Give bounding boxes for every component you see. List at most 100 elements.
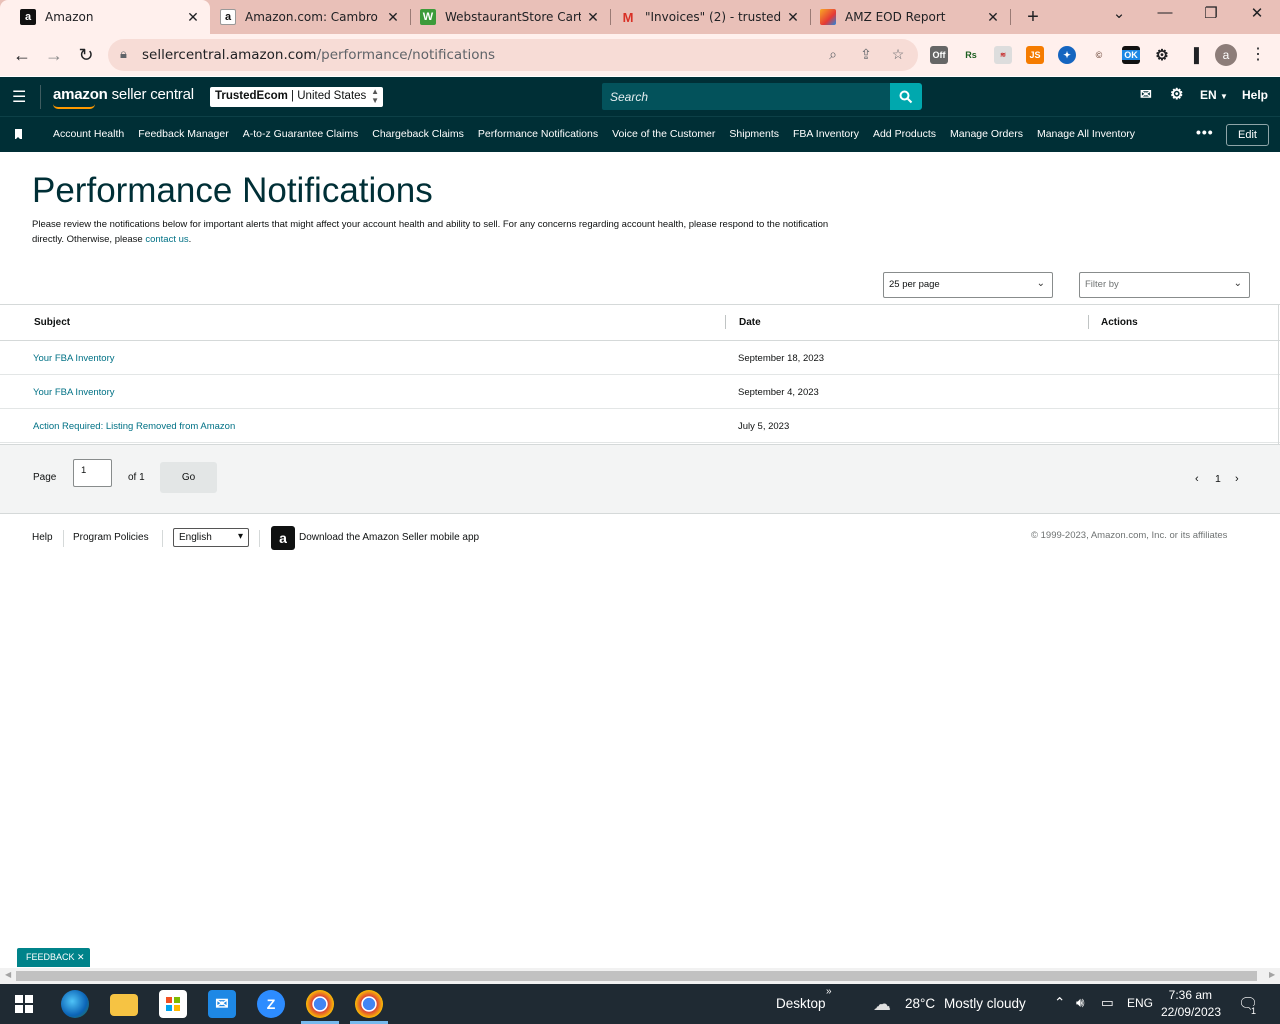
store-selector[interactable]: TrustedEcom | United States ▲ ▼ xyxy=(210,87,383,107)
extension-coin-icon[interactable]: © xyxy=(1090,46,1108,64)
contact-us-link[interactable]: contact us xyxy=(145,234,188,245)
scroll-left-icon[interactable]: ◀ xyxy=(5,970,11,979)
footer-help-link[interactable]: Help xyxy=(32,532,53,543)
weather-temp[interactable]: 28°C xyxy=(905,996,935,1011)
extension-rs-icon[interactable]: Rs xyxy=(962,46,980,64)
scrollbar-thumb[interactable] xyxy=(16,971,1257,981)
forward-icon[interactable]: → xyxy=(42,43,66,67)
go-button[interactable]: Go xyxy=(160,462,217,493)
profile-avatar[interactable]: a xyxy=(1215,44,1237,66)
reload-icon[interactable]: ↻ xyxy=(74,43,98,67)
browser-tab-webstaurant[interactable]: W WebstaurantStore Cart ✕ xyxy=(400,0,610,34)
puzzle-icon[interactable]: ⚙ xyxy=(1153,46,1171,64)
edge-icon[interactable] xyxy=(61,990,89,1018)
back-icon[interactable]: ← xyxy=(10,43,34,67)
next-page-icon[interactable]: › xyxy=(1235,473,1239,485)
weather-cloud-icon[interactable]: ☁ xyxy=(873,994,891,1015)
notification-subject-link[interactable]: Your FBA Inventory xyxy=(33,387,115,398)
nav-edit-button[interactable]: Edit xyxy=(1226,124,1269,146)
nav-item-a-to-z-claims[interactable]: A-to-z Guarantee Claims xyxy=(243,128,359,140)
tab-search-chevron-icon[interactable]: ⌄ xyxy=(1107,4,1131,22)
weather-desc[interactable]: Mostly cloudy xyxy=(944,996,1026,1011)
seller-central-logo[interactable]: amazon seller central xyxy=(53,86,194,103)
search-button[interactable] xyxy=(890,83,922,110)
bookmark-star-icon[interactable]: ☆ xyxy=(888,46,908,63)
per-page-select[interactable]: 25 per page ⌄ xyxy=(883,272,1053,298)
volume-icon[interactable]: 🔊︎ xyxy=(1076,995,1085,1011)
chrome-profile-icon[interactable] xyxy=(355,990,383,1018)
close-tab-icon[interactable]: ✕ xyxy=(585,9,601,26)
close-window-icon[interactable]: ✕ xyxy=(1245,4,1269,22)
extension-ok-icon[interactable]: OK xyxy=(1122,46,1140,64)
desktop-toolbar-label[interactable]: Desktop xyxy=(776,996,826,1011)
restore-icon[interactable]: ❐ xyxy=(1199,4,1223,22)
browser-tab-amazon[interactable]: a Amazon ✕ xyxy=(0,0,210,34)
file-explorer-icon[interactable] xyxy=(110,994,138,1016)
nav-item-chargeback-claims[interactable]: Chargeback Claims xyxy=(372,128,464,140)
help-link[interactable]: Help xyxy=(1242,88,1268,102)
browser-tab-gmail[interactable]: M "Invoices" (2) - trustedecc ✕ xyxy=(600,0,810,34)
footer-language-select[interactable]: English ▾ xyxy=(173,528,249,547)
nav-item-performance-notifications[interactable]: Performance Notifications xyxy=(478,128,598,140)
nav-item-add-products[interactable]: Add Products xyxy=(873,128,936,140)
close-icon[interactable]: ✕ xyxy=(77,952,85,962)
new-tab-icon[interactable]: + xyxy=(1022,6,1044,29)
nav-item-feedback-manager[interactable]: Feedback Manager xyxy=(138,128,228,140)
clock-date[interactable]: 22/09/2023 xyxy=(1158,1005,1221,1019)
language-selector[interactable]: EN ▼ xyxy=(1200,88,1228,102)
side-panel-icon[interactable]: ▐ xyxy=(1185,46,1203,64)
chrome-icon[interactable] xyxy=(306,990,334,1018)
nav-more-icon[interactable]: ••• xyxy=(1196,124,1214,140)
extension-js-icon[interactable]: JS xyxy=(1026,46,1044,64)
share-icon[interactable]: ⇪ xyxy=(856,46,876,63)
prev-page-icon[interactable]: ‹ xyxy=(1195,473,1199,485)
feedback-button[interactable]: FEEDBACK ✕ xyxy=(17,948,90,967)
notification-subject-link[interactable]: Your FBA Inventory xyxy=(33,353,115,364)
browser-menu-icon[interactable]: ⋮ xyxy=(1250,44,1266,64)
mail-icon[interactable]: ✉ xyxy=(1140,86,1152,103)
close-tab-icon[interactable]: ✕ xyxy=(985,9,1001,26)
nav-item-voice-of-customer[interactable]: Voice of the Customer xyxy=(612,128,715,140)
minimize-icon[interactable]: — xyxy=(1153,4,1177,21)
current-page-number[interactable]: 1 xyxy=(1215,473,1221,485)
mail-app-icon[interactable]: ✉ xyxy=(208,990,236,1018)
browser-tab-cambro[interactable]: a Amazon.com: Cambro Ca ✕ xyxy=(200,0,410,34)
horizontal-scrollbar[interactable]: ◀ ▶ xyxy=(0,968,1280,984)
expand-toolbar-icon[interactable]: » xyxy=(826,986,832,997)
input-language[interactable]: ENG xyxy=(1127,996,1153,1010)
column-header-date[interactable]: Date xyxy=(739,317,761,328)
scroll-right-icon[interactable]: ▶ xyxy=(1269,970,1275,979)
browser-tab-eod[interactable]: AMZ EOD Report ✕ xyxy=(800,0,1010,34)
nav-item-shipments[interactable]: Shipments xyxy=(729,128,779,140)
nav-item-manage-all-inventory[interactable]: Manage All Inventory xyxy=(1037,128,1135,140)
zoom-app-icon[interactable]: Z xyxy=(257,990,285,1018)
download-app-link[interactable]: Download the Amazon Seller mobile app xyxy=(299,532,479,543)
close-tab-icon[interactable]: ✕ xyxy=(785,9,801,26)
page-number-input[interactable]: 1 xyxy=(73,459,112,487)
extension-keepa-icon[interactable]: ≋ xyxy=(994,46,1012,64)
store-icon[interactable] xyxy=(159,990,187,1018)
clock-time[interactable]: 7:36 am xyxy=(1160,988,1212,1002)
tray-chevron-icon[interactable]: ⌃ xyxy=(1054,995,1065,1011)
extension-off-icon[interactable]: Off xyxy=(930,46,948,64)
seller-app-icon[interactable]: a xyxy=(271,526,295,550)
zoom-icon[interactable]: ⌕ xyxy=(823,46,843,63)
filter-select[interactable]: Filter by ⌄ xyxy=(1079,272,1250,298)
nav-item-manage-orders[interactable]: Manage Orders xyxy=(950,128,1023,140)
notification-subject-link[interactable]: Action Required: Listing Removed from Am… xyxy=(33,421,235,432)
nav-item-fba-inventory[interactable]: FBA Inventory xyxy=(793,128,859,140)
network-icon[interactable]: ▭ xyxy=(1101,995,1114,1011)
close-tab-icon[interactable]: ✕ xyxy=(185,9,201,26)
header-search-input[interactable]: Search xyxy=(602,83,892,110)
extension-helium-icon[interactable]: ✦ xyxy=(1058,46,1076,64)
lock-icon[interactable]: 🔒︎ xyxy=(120,46,127,62)
close-tab-icon[interactable]: ✕ xyxy=(385,9,401,26)
bookmark-icon[interactable] xyxy=(15,129,22,140)
address-bar[interactable]: 🔒︎ sellercentral.amazon.com/performance/… xyxy=(108,39,918,71)
windows-start-icon[interactable] xyxy=(10,990,38,1018)
settings-gear-icon[interactable]: ⚙ xyxy=(1170,85,1183,103)
program-policies-link[interactable]: Program Policies xyxy=(73,532,149,543)
column-header-subject[interactable]: Subject xyxy=(34,317,70,328)
nav-item-account-health[interactable]: Account Health xyxy=(53,128,124,140)
hamburger-menu-icon[interactable]: ☰ xyxy=(12,87,26,107)
